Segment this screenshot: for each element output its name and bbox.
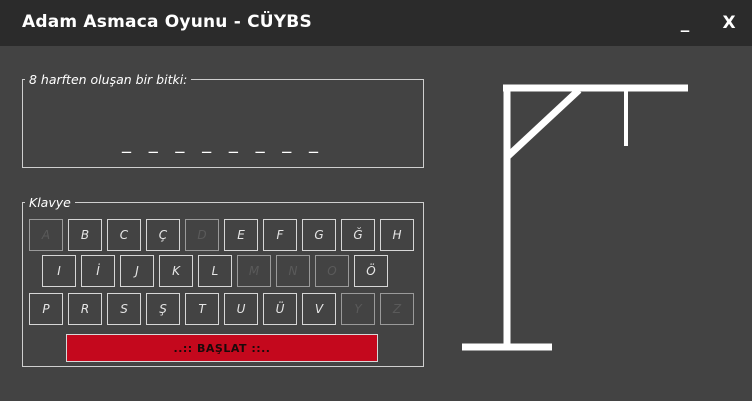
gallows-brace bbox=[505, 87, 582, 159]
hangman-gallows-icon bbox=[462, 84, 688, 351]
